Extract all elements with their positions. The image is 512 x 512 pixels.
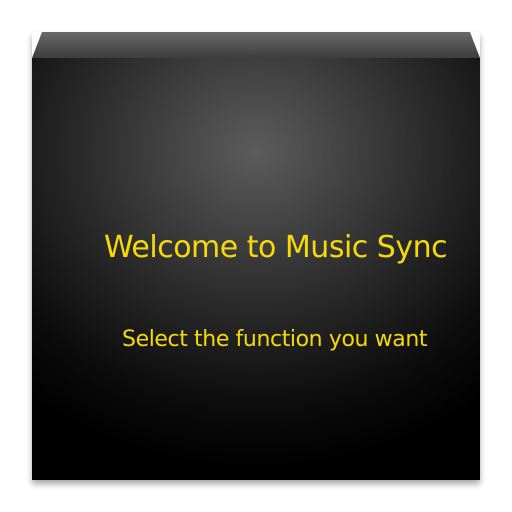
- app-icon-canvas: Welcome to Music Sync Select the functio…: [0, 0, 512, 512]
- icon-face: [32, 58, 480, 480]
- icon-bevel: [32, 32, 480, 58]
- app-icon[interactable]: Welcome to Music Sync Select the functio…: [32, 32, 480, 480]
- welcome-title: Welcome to Music Sync: [104, 230, 448, 265]
- instruction-text: Select the function you want: [122, 327, 428, 352]
